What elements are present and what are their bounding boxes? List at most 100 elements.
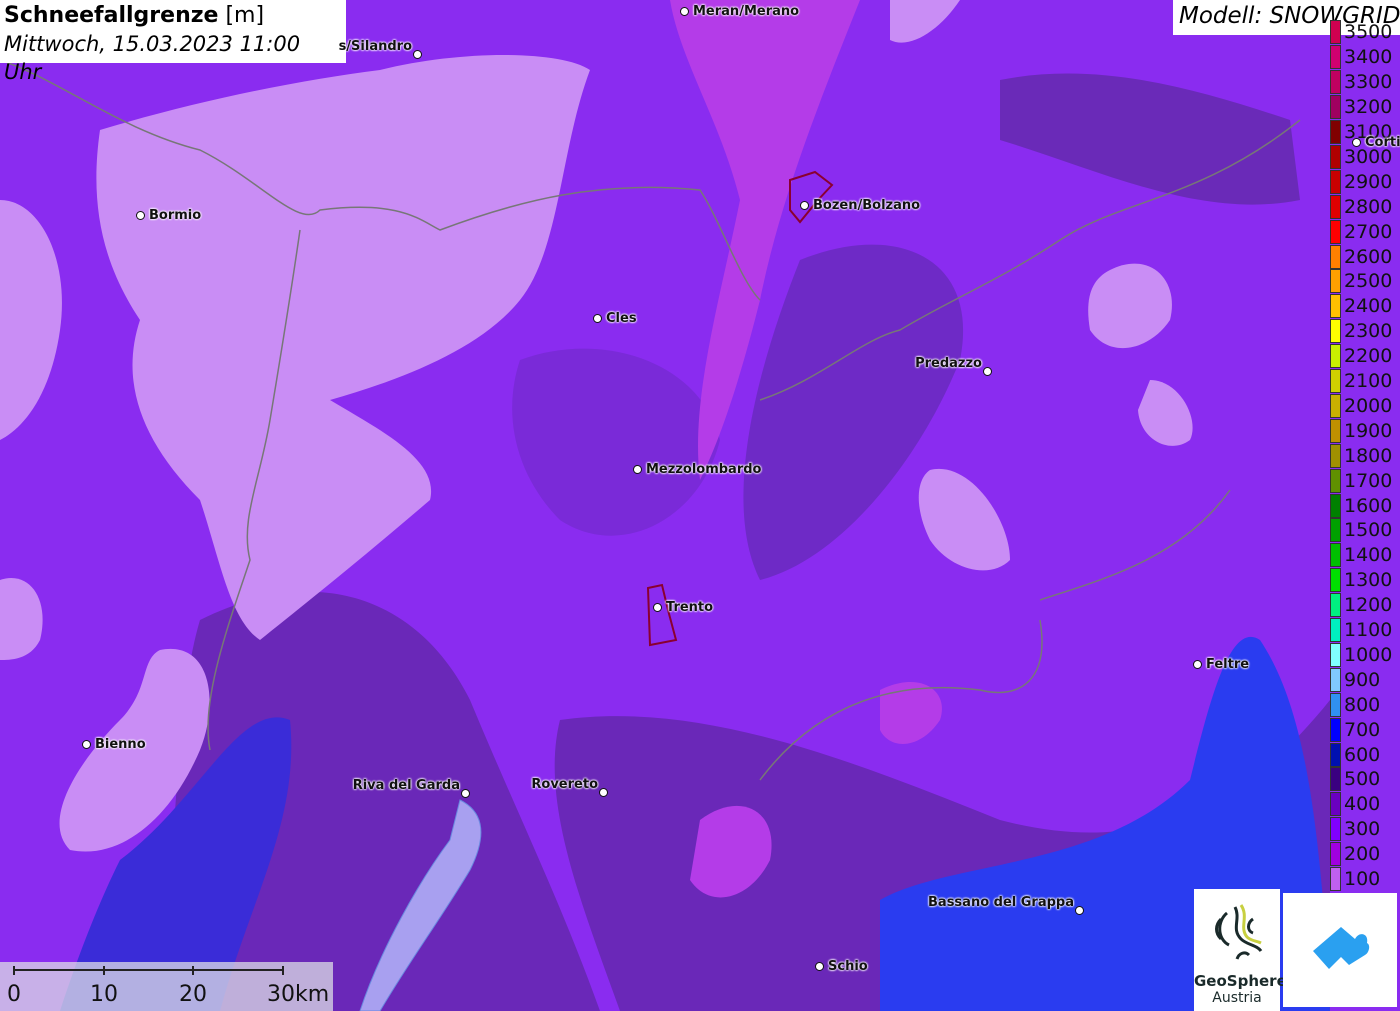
geosphere-logo[interactable]: GeoSphere Austria (1194, 889, 1287, 1011)
city-label[interactable]: Bozen/Bolzano (813, 198, 920, 213)
snowgrid-logo[interactable] (1283, 893, 1397, 1007)
legend-label: 3200 (1344, 96, 1393, 119)
legend-label: 2600 (1344, 245, 1393, 268)
legend-entry: 3200 (1328, 95, 1400, 120)
city-marker[interactable] (680, 7, 689, 16)
snowline-map[interactable] (0, 0, 1400, 1011)
legend-label: 3400 (1344, 46, 1393, 69)
city-label[interactable]: Meran/Merano (693, 4, 799, 19)
legend-label: 2800 (1344, 195, 1393, 218)
legend-swatch (1330, 219, 1341, 244)
legend-swatch (1330, 294, 1341, 319)
city-label[interactable]: Rovereto (531, 777, 598, 792)
scale-label: 30km (267, 982, 330, 1007)
legend-label: 800 (1344, 693, 1381, 716)
city-label[interactable]: s/Silandro (339, 39, 412, 54)
legend-label: 2700 (1344, 220, 1393, 243)
legend-label: 2300 (1344, 320, 1393, 343)
legend-label: 1800 (1344, 444, 1393, 467)
legend-entry: 1200 (1328, 593, 1400, 618)
city-label[interactable]: Cles (606, 311, 637, 326)
city-label[interactable]: Cortina (1365, 135, 1400, 150)
legend-swatch (1330, 842, 1341, 867)
legend-label: 1200 (1344, 594, 1393, 617)
legend-swatch (1330, 20, 1341, 45)
legend-swatch (1330, 642, 1341, 667)
scale-label: 0 (7, 982, 21, 1007)
title-unit: [m] (225, 3, 265, 28)
legend-swatch (1330, 667, 1341, 692)
city-label[interactable]: Feltre (1206, 657, 1249, 672)
legend-entry: 1900 (1328, 418, 1400, 444)
legend-entry: 1600 (1328, 493, 1400, 519)
legend-swatch (1330, 418, 1341, 443)
geosphere-icon (1215, 904, 1263, 960)
legend-entry: 200 (1328, 842, 1400, 867)
legend-entry: 800 (1328, 692, 1400, 718)
legend-swatch (1330, 244, 1341, 269)
legend-swatch (1330, 742, 1341, 767)
legend-label: 2900 (1344, 170, 1393, 193)
legend-swatch (1330, 867, 1341, 891)
city-marker[interactable] (1352, 138, 1361, 147)
legend-label: 2400 (1344, 295, 1393, 318)
legend-entry: 100 (1328, 867, 1400, 892)
legend-entry: 2200 (1328, 344, 1400, 369)
city-label[interactable]: Riva del Garda (353, 778, 460, 793)
city-marker[interactable] (633, 465, 642, 474)
legend-swatch (1330, 443, 1341, 468)
city-label[interactable]: Mezzolombardo (646, 462, 761, 477)
legend-entry: 2300 (1328, 319, 1400, 344)
legend-label: 2200 (1344, 345, 1393, 368)
city-marker[interactable] (413, 50, 422, 59)
legend-label: 500 (1344, 768, 1381, 791)
legend-label: 3300 (1344, 71, 1393, 94)
legend-swatch (1330, 369, 1341, 393)
city-marker[interactable] (815, 962, 824, 971)
legend-swatch (1330, 817, 1341, 842)
city-label[interactable]: Trento (666, 600, 713, 615)
legend-entry: 1500 (1328, 518, 1400, 543)
legend-entry: 400 (1328, 792, 1400, 817)
legend-entry: 1000 (1328, 642, 1400, 668)
legend-label: 1000 (1344, 643, 1393, 666)
city-label[interactable]: Predazzo (915, 356, 982, 371)
legend-entry: 600 (1328, 742, 1400, 768)
legend-label: 2100 (1344, 370, 1393, 392)
legend-label: 1300 (1344, 569, 1393, 592)
city-marker[interactable] (593, 314, 602, 323)
city-label[interactable]: Bassano del Grappa (928, 895, 1074, 910)
legend-swatch (1330, 468, 1341, 493)
city-marker[interactable] (82, 740, 91, 749)
scale-label: 20 (179, 982, 207, 1007)
geosphere-sub: Austria (1212, 990, 1262, 1006)
legend-label: 1500 (1344, 519, 1393, 542)
legend-label: 900 (1344, 668, 1381, 691)
legend-swatch (1330, 194, 1341, 219)
legend-label: 300 (1344, 818, 1381, 841)
legend-swatch (1330, 393, 1341, 418)
city-marker[interactable] (983, 367, 992, 376)
city-marker[interactable] (1193, 660, 1202, 669)
legend-entry: 2800 (1328, 194, 1400, 220)
scale-label: 10 (90, 982, 118, 1007)
legend-entry: 3400 (1328, 45, 1400, 70)
city-marker[interactable] (136, 211, 145, 220)
legend-label: 1600 (1344, 494, 1393, 517)
legend-swatch (1330, 792, 1341, 817)
city-label[interactable]: Schio (828, 959, 868, 974)
city-marker[interactable] (653, 603, 662, 612)
city-marker[interactable] (461, 789, 470, 798)
legend-label: 2000 (1344, 394, 1393, 417)
city-marker[interactable] (1075, 906, 1084, 915)
city-marker[interactable] (599, 788, 608, 797)
snow-roof-icon (1313, 927, 1370, 969)
city-marker[interactable] (800, 201, 809, 210)
color-legend: 100 200 300 400 500 600 700 800 900 1000 1100 1200 1… (1328, 20, 1400, 892)
legend-entry: 900 (1328, 667, 1400, 693)
city-label[interactable]: Bormio (149, 208, 201, 223)
legend-label: 200 (1344, 843, 1381, 866)
map-title: Schneefallgrenze [m] Mittwoch, 15.03.202… (0, 0, 346, 84)
city-label[interactable]: Bienno (95, 737, 146, 752)
legend-label: 600 (1344, 743, 1381, 766)
